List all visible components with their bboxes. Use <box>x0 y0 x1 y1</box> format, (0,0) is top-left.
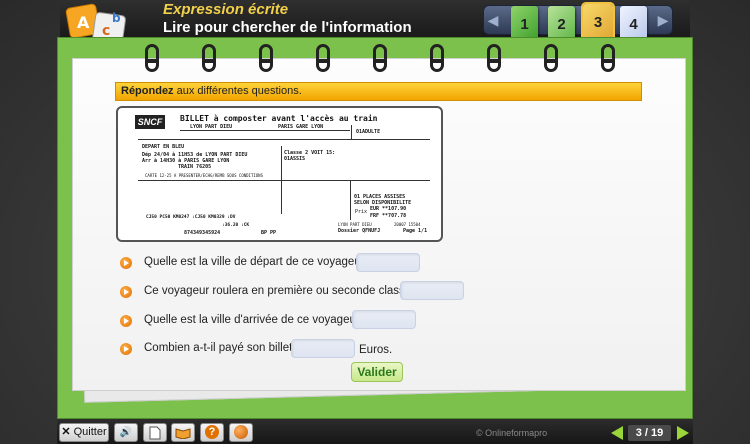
exercise-tab-2[interactable]: 2 <box>548 6 575 40</box>
previous-page-icon[interactable] <box>611 426 623 440</box>
book-button[interactable] <box>171 423 195 442</box>
logo-letter-b: b <box>112 11 121 25</box>
ticket-small-number: 20007 15504 <box>394 222 421 227</box>
ticket-dossier: Dossier QFNUFJ <box>338 228 381 234</box>
document-button[interactable] <box>143 423 167 442</box>
logo-letter-a: A <box>77 13 90 32</box>
spiral-ring <box>601 44 615 72</box>
question-1-text: Quelle est la ville de départ de ce voya… <box>144 256 375 268</box>
ticket-line-3: TRAIN 76205 <box>178 164 212 170</box>
ticket-station: LYON PART DIEU <box>338 222 372 227</box>
quit-button[interactable]: ✕ Quitter <box>59 423 109 442</box>
ticket-number: 874349345924 <box>184 230 221 236</box>
instruction-bold: Répondez <box>121 85 174 97</box>
train-ticket-image: SNCF BILLET à composter avant l'accès au… <box>116 106 443 242</box>
ticket-conditions: CARTE 12-25 A PRESENTER/ECHG/REMB SOUS C… <box>145 173 264 178</box>
ticket-codes-2: :36.20 :CK <box>222 223 250 228</box>
spiral-ring <box>316 44 330 72</box>
spiral-ring <box>544 44 558 72</box>
ticket-price-input[interactable] <box>291 339 355 358</box>
document-icon <box>149 426 161 440</box>
help-button[interactable]: ? <box>200 423 224 442</box>
question-3-text: Quelle est la ville d'arrivée de ce voya… <box>144 314 370 326</box>
spiral-ring <box>373 44 387 72</box>
close-icon: ✕ <box>61 426 71 438</box>
spiral-ring <box>202 44 216 72</box>
page-counter: 3 / 19 <box>628 425 671 441</box>
arrow-bullet-icon <box>120 315 132 327</box>
travel-class-input[interactable] <box>400 281 464 300</box>
ticket-price-frf: FRF **707.78 <box>370 213 407 219</box>
pager-prev-icon[interactable]: ◀ <box>486 11 500 29</box>
speaker-icon: 🔊 <box>119 427 133 438</box>
exercise-tab-3[interactable]: 3 <box>581 2 615 43</box>
book-icon <box>175 428 191 440</box>
arrival-city-input[interactable] <box>352 310 416 329</box>
next-page-icon[interactable] <box>677 426 689 440</box>
ticket-depart-label: DEPART EN BLEU <box>142 144 185 150</box>
help-icon: ? <box>205 425 219 439</box>
ticket-codes-1: CJ50 PC50 KM0247 :CJ50 KM0329 :DV <box>146 215 236 220</box>
tools-icon <box>234 425 248 439</box>
spiral-ring <box>145 44 159 72</box>
instruction-banner: Répondez aux différentes questions. <box>115 82 642 101</box>
ticket-heading: BILLET à composter avant l'accès au trai… <box>180 114 378 123</box>
spiral-ring <box>487 44 501 72</box>
validate-button[interactable]: Valider <box>351 362 403 382</box>
ticket-price-eur: EUR **107.90 <box>370 206 407 212</box>
pager-next-icon[interactable]: ▶ <box>656 11 670 29</box>
page-title: Lire pour chercher de l'information <box>163 19 412 36</box>
instruction-text: aux différentes questions. <box>173 85 302 97</box>
ticket-seat: 01ASSIS <box>284 156 306 162</box>
section-subtitle: Expression écrite <box>163 1 289 18</box>
sncf-logo: SNCF <box>135 115 165 129</box>
spiral-ring <box>430 44 444 72</box>
question-2-text: Ce voyageur roulera en première ou secon… <box>144 285 421 297</box>
question-4-text: Combien a-t-il payé son billet ? <box>144 342 302 354</box>
app-window: A c b Expression écrite Lire pour cherch… <box>0 0 750 444</box>
tools-button[interactable] <box>229 423 253 442</box>
ticket-price-label: Prix <box>355 209 368 215</box>
ticket-page: Page 1/1 <box>403 228 428 234</box>
arrow-bullet-icon <box>120 286 132 298</box>
arrow-bullet-icon <box>120 343 132 355</box>
quit-label: Quitter <box>73 426 107 438</box>
audio-button[interactable]: 🔊 <box>114 423 138 442</box>
departure-city-input[interactable] <box>356 253 420 272</box>
ticket-bp: BP PP <box>261 230 277 236</box>
exercise-tab-1[interactable]: 1 <box>511 6 538 40</box>
exercise-tab-4[interactable]: 4 <box>620 6 647 40</box>
spiral-ring <box>259 44 273 72</box>
arrow-bullet-icon <box>120 257 132 269</box>
ticket-passenger: 01ADULTE <box>356 129 381 135</box>
copyright-text: © Onlineformapro <box>476 428 548 438</box>
currency-label: Euros. <box>359 344 393 356</box>
